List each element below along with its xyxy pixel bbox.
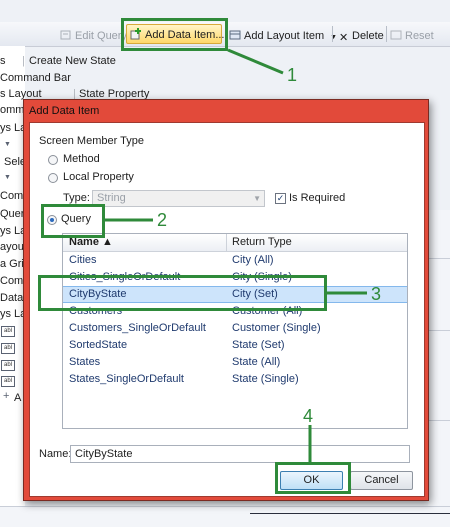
annotation-number-2: 2: [157, 210, 168, 230]
annotation-number-3: 3: [371, 284, 382, 304]
annotation-number-4: 4: [303, 406, 314, 426]
annotation-connectors: [105, 48, 367, 462]
annotation-line-1: [227, 48, 284, 75]
annotation-number-1: 1: [287, 65, 298, 85]
